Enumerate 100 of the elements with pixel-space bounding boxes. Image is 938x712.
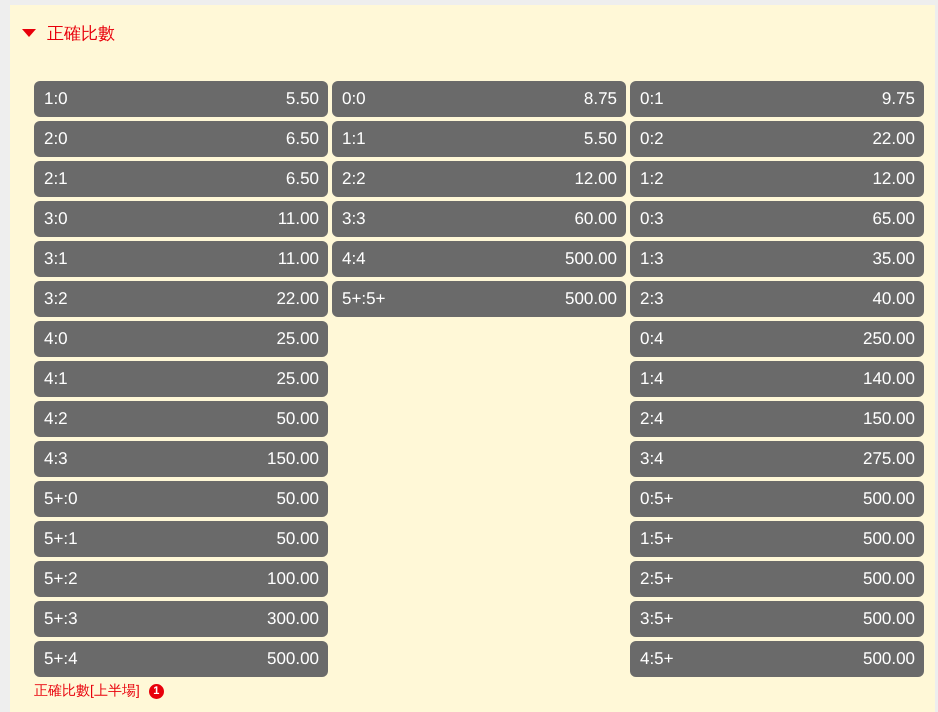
- score-label: 4:0: [44, 329, 68, 349]
- score-label: 5+:0: [44, 489, 78, 509]
- odds-button[interactable]: 4:4 500.00: [332, 241, 626, 277]
- odds-value: 11.00: [278, 209, 319, 229]
- odds-button[interactable]: 2:2 12.00: [332, 161, 626, 197]
- score-label: 1:1: [342, 129, 366, 149]
- score-label: 1:0: [44, 89, 68, 109]
- odds-value: 35.00: [872, 249, 915, 269]
- odds-value: 500.00: [863, 489, 915, 509]
- odds-button[interactable]: 0:3 65.00: [630, 201, 924, 237]
- first-half-link[interactable]: 正確比數[上半場]: [34, 682, 140, 700]
- odds-button[interactable]: 1:3 35.00: [630, 241, 924, 277]
- score-label: 0:3: [640, 209, 664, 229]
- score-label: 1:4: [640, 369, 664, 389]
- odds-button[interactable]: 3:5+ 500.00: [630, 601, 924, 637]
- score-label: 0:5+: [640, 489, 674, 509]
- odds-value: 150.00: [863, 409, 915, 429]
- odds-button[interactable]: 3:2 22.00: [34, 281, 328, 317]
- odds-value: 12.00: [574, 169, 617, 189]
- score-label: 3:4: [640, 449, 664, 469]
- odds-value: 5.50: [584, 129, 617, 149]
- score-label: 2:2: [342, 169, 366, 189]
- odds-value: 22.00: [276, 289, 319, 309]
- odds-button[interactable]: 5+:2 100.00: [34, 561, 328, 597]
- score-label: 3:3: [342, 209, 366, 229]
- score-label: 5+:5+: [342, 289, 386, 309]
- score-label: 1:5+: [640, 529, 674, 549]
- odds-value: 500.00: [863, 649, 915, 669]
- odds-value: 40.00: [872, 289, 915, 309]
- odds-value: 500.00: [863, 529, 915, 549]
- odds-value: 25.00: [276, 369, 319, 389]
- odds-value: 25.00: [276, 329, 319, 349]
- score-label: 0:0: [342, 89, 366, 109]
- score-label: 3:1: [44, 249, 68, 269]
- odds-button[interactable]: 4:5+ 500.00: [630, 641, 924, 677]
- odds-button[interactable]: 5+:4 500.00: [34, 641, 328, 677]
- score-label: 4:4: [342, 249, 366, 269]
- odds-value: 140.00: [863, 369, 915, 389]
- odds-button[interactable]: 5+:0 50.00: [34, 481, 328, 517]
- caret-icon: [22, 28, 36, 38]
- odds-value: 50.00: [276, 529, 319, 549]
- odds-button[interactable]: 1:0 5.50: [34, 81, 328, 117]
- odds-value: 5.50: [286, 89, 319, 109]
- odds-value: 500.00: [863, 569, 915, 589]
- odds-button[interactable]: 0:1 9.75: [630, 81, 924, 117]
- odds-button[interactable]: 1:2 12.00: [630, 161, 924, 197]
- score-label: 5+:3: [44, 609, 78, 629]
- odds-button[interactable]: 5+:3 300.00: [34, 601, 328, 637]
- odds-value: 65.00: [872, 209, 915, 229]
- odds-value: 250.00: [863, 329, 915, 349]
- odds-value: 12.00: [872, 169, 915, 189]
- odds-button[interactable]: 2:0 6.50: [34, 121, 328, 157]
- score-label: 2:0: [44, 129, 68, 149]
- odds-button[interactable]: 3:3 60.00: [332, 201, 626, 237]
- odds-button[interactable]: 3:1 11.00: [34, 241, 328, 277]
- score-label: 2:4: [640, 409, 664, 429]
- odds-button[interactable]: 3:4 275.00: [630, 441, 924, 477]
- odds-value: 50.00: [276, 489, 319, 509]
- score-label: 0:2: [640, 129, 664, 149]
- odds-value: 6.50: [286, 169, 319, 189]
- odds-value: 150.00: [267, 449, 319, 469]
- odds-button[interactable]: 4:1 25.00: [34, 361, 328, 397]
- odds-value: 8.75: [584, 89, 617, 109]
- odds-value: 11.00: [278, 249, 319, 269]
- odds-button[interactable]: 2:4 150.00: [630, 401, 924, 437]
- score-label: 1:2: [640, 169, 664, 189]
- score-label: 3:0: [44, 209, 68, 229]
- odds-button[interactable]: 2:5+ 500.00: [630, 561, 924, 597]
- odds-button[interactable]: 0:4 250.00: [630, 321, 924, 357]
- score-label: 2:5+: [640, 569, 674, 589]
- score-label: 4:2: [44, 409, 68, 429]
- count-badge: 1: [148, 684, 164, 698]
- odds-button[interactable]: 3:0 11.00: [34, 201, 328, 237]
- odds-button[interactable]: 1:4 140.00: [630, 361, 924, 397]
- odds-button[interactable]: 5+:1 50.00: [34, 521, 328, 557]
- odds-button[interactable]: 4:2 50.00: [34, 401, 328, 437]
- score-label: 5+:4: [44, 649, 78, 669]
- score-label: 0:1: [640, 89, 664, 109]
- odds-button[interactable]: 1:5+ 500.00: [630, 521, 924, 557]
- odds-button[interactable]: 0:5+ 500.00: [630, 481, 924, 517]
- score-label: 2:1: [44, 169, 68, 189]
- odds-button[interactable]: 0:2 22.00: [630, 121, 924, 157]
- score-label: 2:3: [640, 289, 664, 309]
- odds-button[interactable]: 1:1 5.50: [332, 121, 626, 157]
- odds-value: 50.00: [276, 409, 319, 429]
- odds-value: 275.00: [863, 449, 915, 469]
- score-label: 4:5+: [640, 649, 674, 669]
- odds-button[interactable]: 2:3 40.00: [630, 281, 924, 317]
- odds-button[interactable]: 0:0 8.75: [332, 81, 626, 117]
- odds-button[interactable]: 4:3 150.00: [34, 441, 328, 477]
- odds-value: 60.00: [574, 209, 617, 229]
- score-label: 1:3: [640, 249, 664, 269]
- section-toggle[interactable]: 正確比數: [10, 5, 115, 48]
- odds-button[interactable]: 4:0 25.00: [34, 321, 328, 357]
- odds-value: 9.75: [882, 89, 915, 109]
- odds-button[interactable]: 5+:5+ 500.00: [332, 281, 626, 317]
- odds-value: 500.00: [565, 289, 617, 309]
- odds-value: 500.00: [267, 649, 319, 669]
- odds-button[interactable]: 2:1 6.50: [34, 161, 328, 197]
- odds-value: 22.00: [872, 129, 915, 149]
